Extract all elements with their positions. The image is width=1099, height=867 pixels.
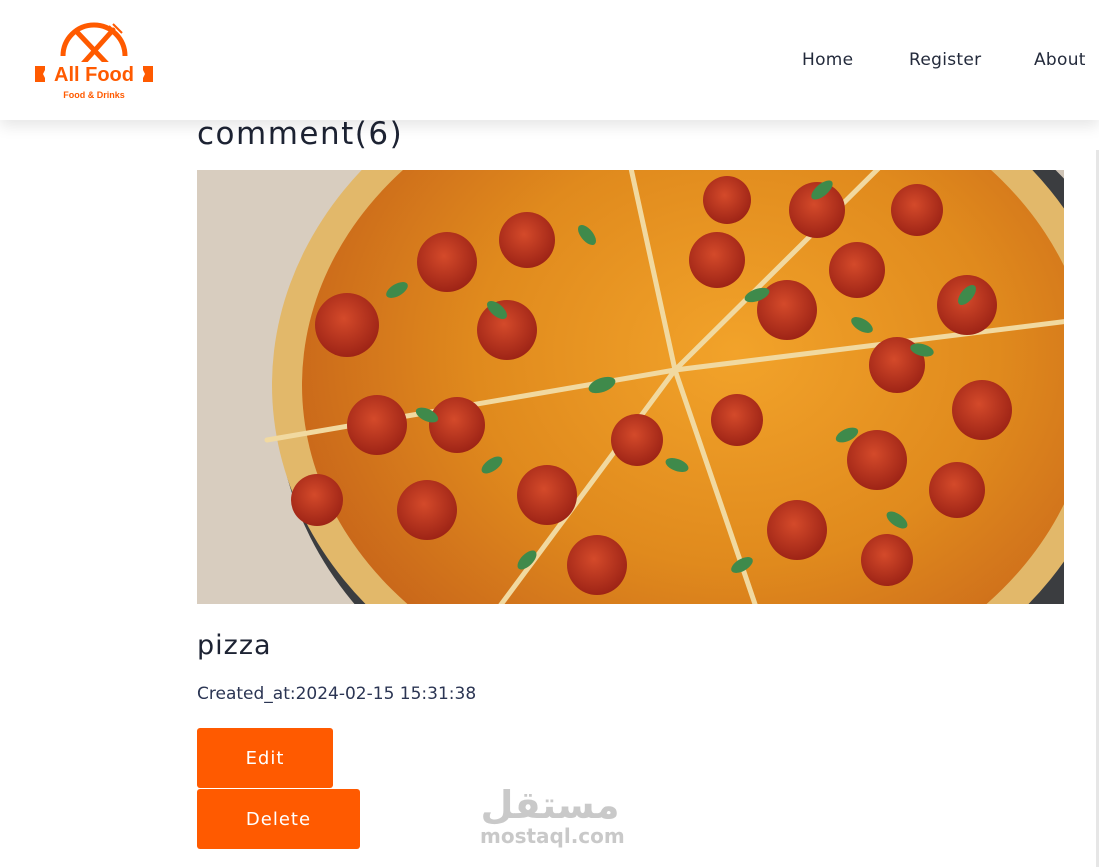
brand-tagline: Food & Drinks xyxy=(63,90,125,100)
edit-button[interactable]: Edit xyxy=(197,728,333,788)
nav-about-link[interactable]: About xyxy=(1034,50,1086,70)
nav-home-link[interactable]: Home xyxy=(802,50,853,70)
watermark-arabic: مستقل xyxy=(480,783,620,827)
post-title: pizza xyxy=(197,630,272,661)
watermark-latin: mostaql.com xyxy=(480,824,625,848)
brand-logo[interactable]: All Food Food & Drinks xyxy=(33,22,155,102)
top-navbar: All Food Food & Drinks Home Register Abo… xyxy=(0,0,1099,120)
brand-name: All Food xyxy=(54,64,134,86)
delete-button[interactable]: Delete xyxy=(197,789,360,849)
mostaql-watermark: مستقل mostaql.com xyxy=(480,783,625,855)
all-food-logo-icon: All Food Food & Drinks xyxy=(35,22,153,100)
post-created-at: Created_at:2024-02-15 15:31:38 xyxy=(197,684,477,704)
post-image xyxy=(197,170,1064,604)
page-heading: comment(6) xyxy=(197,116,404,152)
nav-register-link[interactable]: Register xyxy=(909,50,981,70)
pizza-photo-illustration xyxy=(197,170,1064,604)
